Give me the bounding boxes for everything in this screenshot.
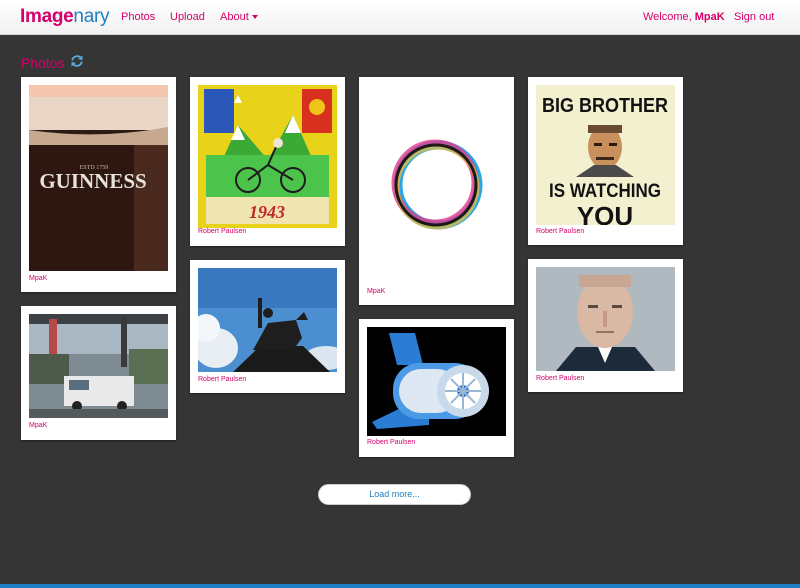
photo-big-brother: BIG BROTHER IS WATCHING YOU xyxy=(536,85,675,225)
caret-down-icon xyxy=(251,15,258,20)
photo-author[interactable]: MpaK xyxy=(29,275,47,282)
photo-author[interactable]: Robert Paulsen xyxy=(536,228,584,235)
photo-ring xyxy=(367,85,506,285)
welcome-label: Welcome, xyxy=(643,11,692,23)
photo-card-guinness[interactable]: ESTD 1759 GUINNESS MpaK xyxy=(21,77,176,292)
photo-author[interactable]: MpaK xyxy=(29,422,47,429)
page-title: Photos xyxy=(21,55,65,71)
photo-app-engine xyxy=(367,327,506,436)
photo-street xyxy=(29,314,168,418)
nav-about-label: About xyxy=(220,11,249,23)
svg-text:YOU: YOU xyxy=(577,201,633,225)
sign-out-link[interactable]: Sign out xyxy=(734,11,774,23)
photo-author[interactable]: Robert Paulsen xyxy=(536,375,584,382)
photo-statue xyxy=(198,268,337,372)
brand-logo[interactable]: Imagenary xyxy=(20,6,109,28)
year-1943-text: 1943 xyxy=(249,202,285,222)
photo-card-street[interactable]: MpaK xyxy=(21,306,176,440)
svg-text:BIG BROTHER: BIG BROTHER xyxy=(542,95,669,117)
photo-card-big-brother[interactable]: BIG BROTHER IS WATCHING YOU Robert Pauls… xyxy=(528,77,683,245)
bottom-accent-bar xyxy=(0,584,800,588)
photo-card-statue[interactable]: Robert Paulsen xyxy=(190,260,345,393)
svg-text:IS WATCHING: IS WATCHING xyxy=(549,181,661,202)
guinness-logo-text: GUINNESS xyxy=(39,169,146,193)
photo-author[interactable]: MpaK xyxy=(367,288,385,295)
photo-guinness: ESTD 1759 GUINNESS xyxy=(29,85,168,271)
brand-part2: nary xyxy=(73,6,110,27)
photo-author[interactable]: Robert Paulsen xyxy=(198,376,246,383)
photo-author[interactable]: Robert Paulsen xyxy=(367,439,415,446)
photo-bicycle-1943: 1943 xyxy=(198,85,337,228)
welcome-text: Welcome, MpaK xyxy=(643,11,725,23)
nav-upload[interactable]: Upload xyxy=(170,11,205,23)
load-more-button[interactable]: Load more... xyxy=(318,484,471,505)
username[interactable]: MpaK xyxy=(695,11,725,23)
photo-card-ring[interactable]: MpaK xyxy=(359,77,514,305)
photo-portrait xyxy=(536,267,675,371)
photo-card-app-engine[interactable]: Robert Paulsen xyxy=(359,319,514,457)
brand-part1: Image xyxy=(20,6,74,27)
refresh-icon[interactable] xyxy=(70,54,84,68)
top-navbar: Imagenary Photos Upload About Welcome, M… xyxy=(0,0,800,35)
photo-card-portrait[interactable]: Robert Paulsen xyxy=(528,259,683,392)
nav-about-dropdown[interactable]: About xyxy=(220,11,258,23)
photo-card-bicycle-1943[interactable]: 1943 Robert Paulsen xyxy=(190,77,345,246)
photo-author[interactable]: Robert Paulsen xyxy=(198,228,246,235)
nav-photos[interactable]: Photos xyxy=(121,11,155,23)
